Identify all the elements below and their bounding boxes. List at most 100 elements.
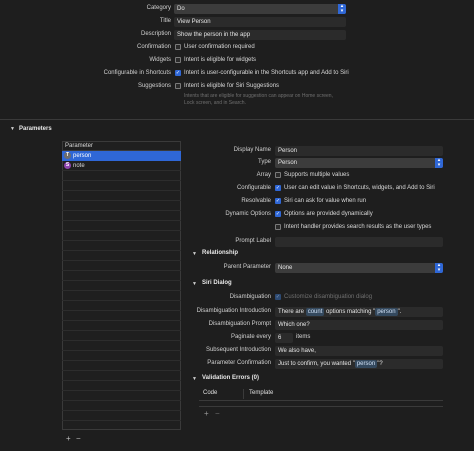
remove-validation-button[interactable]: − [215, 409, 220, 418]
parent-parameter-label: Parent Parameter [223, 264, 271, 270]
resolvable-text: Siri can ask for value when run [284, 198, 367, 204]
widgets-checkbox[interactable] [175, 57, 181, 63]
disambiguation-prompt-label: Disambiguation Prompt [208, 321, 271, 327]
disclosure-triangle-icon[interactable]: ▼ [192, 376, 197, 382]
paginate-field[interactable]: 6 [275, 333, 293, 343]
list-row-empty [62, 281, 181, 291]
parameter-row-person[interactable]: Tperson [62, 151, 181, 161]
person-token[interactable]: person [375, 308, 398, 316]
intro-prefix: There are [278, 309, 305, 315]
list-row-empty [62, 171, 181, 181]
column-divider [243, 389, 244, 399]
column-header-code[interactable]: Code [203, 390, 217, 396]
subsequent-intro-field[interactable]: We also have, [275, 346, 443, 356]
widgets-label: Widgets [149, 57, 171, 63]
list-row-empty [62, 191, 181, 201]
shortcuts-text: Intent is user-configurable in the Short… [184, 70, 349, 76]
description-label: Description [140, 31, 171, 37]
prompt-label: Prompt Label [235, 238, 271, 244]
disclosure-triangle-icon[interactable]: ▼ [10, 126, 15, 132]
suggestions-text: Intent is eligible for Siri Suggestions [184, 83, 280, 89]
list-row-empty [62, 261, 181, 271]
array-text: Supports multiple values [284, 172, 350, 178]
description-field[interactable]: Show the person in the app [174, 30, 346, 40]
search-results-text: Intent handler provides search results a… [284, 224, 432, 230]
configurable-label: Configurable [236, 185, 271, 191]
configurable-checkbox[interactable]: ✓ [275, 185, 281, 191]
type-icon: T [64, 151, 71, 159]
array-checkbox[interactable] [275, 172, 281, 178]
validation-title: Validation Errors (0) [202, 375, 260, 381]
relationship-title: Relationship [202, 250, 239, 256]
suggestions-checkbox[interactable] [175, 83, 181, 89]
title-field[interactable]: View Person [174, 17, 346, 27]
array-label: Array [256, 172, 271, 178]
list-row-empty [62, 311, 181, 321]
list-row-empty [62, 331, 181, 341]
parameter-row-note[interactable]: Snote [62, 161, 181, 171]
list-row-empty [62, 241, 181, 251]
list-row-empty [62, 391, 181, 401]
suggestions-label: Suggestions [137, 83, 171, 89]
list-row-empty [62, 351, 181, 361]
column-header-template[interactable]: Template [249, 390, 273, 396]
disclosure-triangle-icon[interactable]: ▼ [192, 251, 197, 257]
parent-parameter-value: None [278, 265, 293, 271]
chevron-updown-icon: ▴ ▾ [338, 4, 346, 14]
parameter-name: note [73, 163, 85, 169]
paginate-label: Paginate every [230, 334, 271, 340]
dynamic-options-checkbox[interactable]: ✓ [275, 211, 281, 217]
list-row-empty [62, 381, 181, 391]
confirmation-checkbox[interactable] [175, 44, 181, 50]
confirmation-prefix: Just to confirm, you wanted " [278, 361, 355, 367]
chevron-updown-icon: ▴ ▾ [435, 263, 443, 273]
parent-parameter-select[interactable]: None ▴ ▾ [275, 263, 443, 273]
list-row-empty [62, 221, 181, 231]
remove-parameter-button[interactable]: − [76, 434, 81, 443]
disclosure-triangle-icon[interactable]: ▼ [192, 281, 197, 287]
disambiguation-checkbox[interactable]: ✓ [275, 294, 281, 300]
search-results-checkbox[interactable] [275, 224, 281, 230]
configurable-text: User can edit value in Shortcuts, widget… [284, 185, 435, 191]
section-divider [0, 119, 474, 120]
disambiguation-text: Customize disambiguation dialog [284, 294, 373, 300]
confirmation-text: User confirmation required [184, 44, 255, 50]
category-select[interactable]: Do ▴ ▾ [174, 4, 346, 14]
resolvable-label: Resolvable [241, 198, 271, 204]
count-token[interactable]: count [305, 308, 325, 316]
dynamic-options-label: Dynamic Options [225, 211, 271, 217]
list-row-empty [62, 371, 181, 381]
parameter-confirmation-field[interactable]: Just to confirm, you wanted " person "? [275, 359, 443, 369]
suggestions-hint-2: Lock screen, and in Search. [184, 100, 246, 106]
display-name-field[interactable]: Person [275, 146, 443, 156]
paginate-unit: items [296, 334, 311, 340]
list-row-empty [62, 291, 181, 301]
list-row-empty [62, 361, 181, 371]
confirmation-label: Confirmation [136, 44, 171, 50]
disambiguation-intro-label: Disambiguation Introduction [196, 308, 271, 314]
list-row-empty [62, 321, 181, 331]
parameter-name: person [73, 153, 92, 159]
prompt-field[interactable] [275, 237, 443, 247]
disambiguation-prompt-field[interactable]: Which one? [275, 320, 443, 330]
list-row-empty [62, 341, 181, 351]
parameter-confirmation-label: Parameter Confirmation [207, 360, 271, 366]
shortcuts-label: Configurable in Shortcuts [103, 70, 171, 76]
add-parameter-button[interactable]: + [66, 434, 71, 443]
type-select[interactable]: Person ▴ ▾ [275, 158, 443, 168]
resolvable-checkbox[interactable]: ✓ [275, 198, 281, 204]
siri-dialog-title: Siri Dialog [202, 280, 232, 286]
category-label: Category [146, 5, 171, 11]
display-name-label: Display Name [233, 147, 271, 153]
validation-table: Code Template [199, 387, 443, 401]
list-row-empty [62, 211, 181, 221]
person-token[interactable]: person [354, 360, 378, 368]
validation-table-body [199, 401, 443, 407]
list-header-label: Parameter [65, 143, 94, 149]
add-validation-button[interactable]: + [204, 409, 209, 418]
dynamic-options-text: Options are provided dynamically [284, 211, 373, 217]
shortcuts-checkbox[interactable]: ✓ [175, 70, 181, 76]
disambiguation-intro-field[interactable]: There are count options matching " person… [275, 307, 443, 317]
list-row-empty [62, 401, 181, 411]
string-icon: S [64, 161, 71, 169]
